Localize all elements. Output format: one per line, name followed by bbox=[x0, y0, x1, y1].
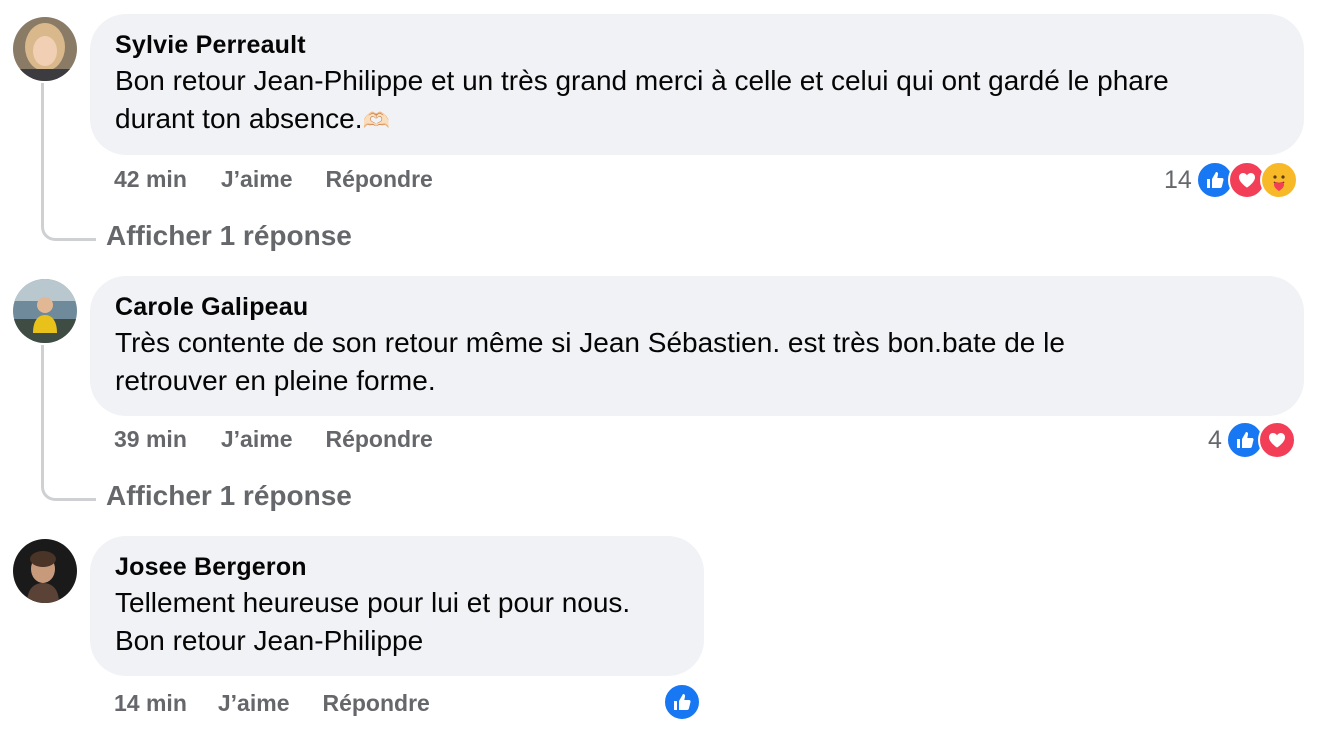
comment-actions: 39 min J’aime Répondre bbox=[114, 426, 433, 453]
comment-actions: 42 min J’aime Répondre bbox=[114, 166, 433, 193]
comment-bubble: Sylvie Perreault Bon retour Jean-Philipp… bbox=[90, 14, 1304, 155]
comment-author[interactable]: Josee Bergeron bbox=[115, 552, 679, 582]
reaction-summary[interactable]: 14 bbox=[1164, 161, 1298, 199]
comment-actions: 14 min J’aime Répondre bbox=[114, 690, 430, 717]
comment-text: Très contente de son retour même si Jean… bbox=[115, 327, 1065, 396]
like-icon bbox=[663, 683, 701, 721]
reply-button[interactable]: Répondre bbox=[325, 426, 432, 453]
like-button[interactable]: J’aime bbox=[221, 426, 293, 453]
like-button[interactable]: J’aime bbox=[218, 690, 290, 717]
reply-button[interactable]: Répondre bbox=[322, 690, 429, 717]
comment-bubble: Josee Bergeron Tellement heureuse pour l… bbox=[90, 536, 704, 676]
like-button[interactable]: J’aime bbox=[221, 166, 293, 193]
comment-text: Bon retour Jean-Philippe et un très gran… bbox=[115, 65, 1169, 134]
reaction-summary[interactable] bbox=[663, 683, 701, 721]
avatar[interactable] bbox=[13, 279, 77, 343]
comment-author[interactable]: Carole Galipeau bbox=[115, 292, 1279, 322]
comment-timestamp[interactable]: 39 min bbox=[114, 426, 187, 453]
care-icon bbox=[1259, 161, 1298, 199]
reaction-count: 4 bbox=[1208, 425, 1222, 454]
comment-text: Tellement heureuse pour lui et pour nous… bbox=[115, 587, 631, 656]
thread-line bbox=[41, 345, 96, 501]
reaction-summary[interactable]: 4 bbox=[1208, 421, 1296, 459]
comment-author[interactable]: Sylvie Perreault bbox=[115, 30, 1279, 60]
avatar[interactable] bbox=[13, 539, 77, 603]
comment-timestamp[interactable]: 14 min bbox=[114, 690, 187, 717]
view-replies-link[interactable]: Afficher 1 réponse bbox=[106, 220, 352, 252]
comment-timestamp[interactable]: 42 min bbox=[114, 166, 187, 193]
comment-bubble: Carole Galipeau Très contente de son ret… bbox=[90, 276, 1304, 416]
love-icon bbox=[1257, 421, 1296, 459]
view-replies-link[interactable]: Afficher 1 réponse bbox=[106, 480, 352, 512]
reaction-count: 14 bbox=[1164, 165, 1192, 194]
avatar[interactable] bbox=[13, 17, 77, 81]
heart-hands-emoji: 🫶🏻 bbox=[362, 108, 390, 133]
thread-line bbox=[41, 83, 96, 241]
reply-button[interactable]: Répondre bbox=[325, 166, 432, 193]
